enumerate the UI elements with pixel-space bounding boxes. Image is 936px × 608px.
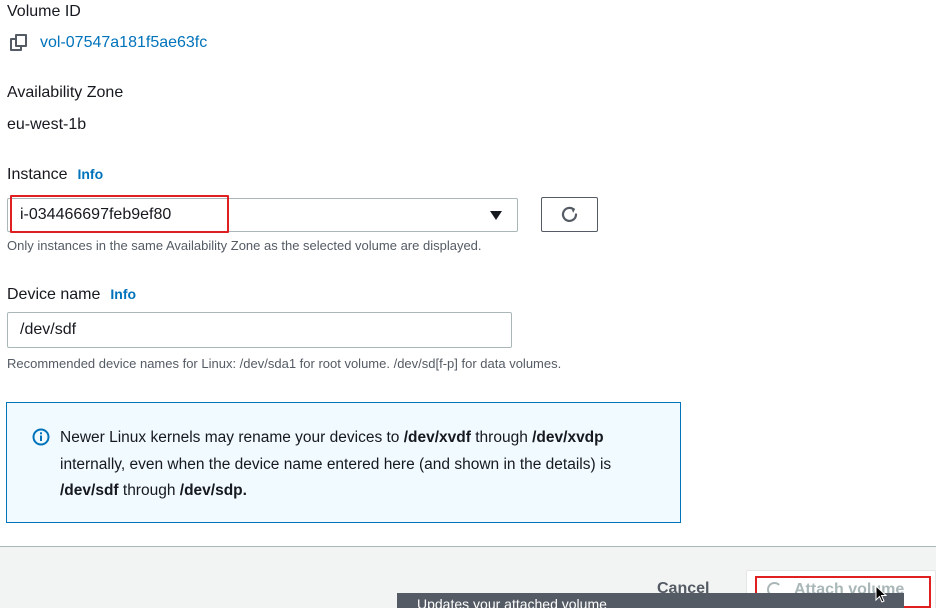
volume-id-row: vol-07547a181f5ae63fc [10, 33, 207, 53]
caret-down-icon [490, 211, 502, 220]
volume-id-link[interactable]: vol-07547a181f5ae63fc [40, 34, 207, 52]
device-name-label-text: Device name [7, 286, 101, 303]
info-circle-icon [32, 428, 50, 446]
instance-label-text: Instance [7, 166, 68, 183]
availability-zone-label: Availability Zone [7, 84, 124, 101]
alert-message: Newer Linux kernels may rename your devi… [60, 429, 612, 499]
volume-id-label: Volume ID [7, 3, 81, 20]
refresh-icon [561, 206, 577, 222]
device-name-hint: Recommended device names for Linux: /dev… [7, 356, 562, 371]
instance-label: Instance Info [7, 166, 103, 184]
instance-hint: Only instances in the same Availability … [7, 238, 482, 253]
tooltip-text: Updates your attached volume [417, 596, 607, 608]
instance-highlight-box [10, 195, 229, 233]
instance-info-link[interactable]: Info [77, 166, 103, 182]
copy-icon[interactable] [10, 34, 28, 52]
info-alert: Newer Linux kernels may rename your devi… [6, 402, 681, 523]
device-name-label: Device name Info [7, 286, 136, 304]
device-name-input[interactable] [7, 312, 512, 348]
availability-zone-value: eu-west-1b [7, 116, 87, 133]
tooltip: Updates your attached volume [397, 593, 904, 608]
device-name-info-link[interactable]: Info [110, 286, 136, 302]
mouse-cursor-icon [875, 585, 887, 603]
refresh-button[interactable] [541, 197, 598, 232]
